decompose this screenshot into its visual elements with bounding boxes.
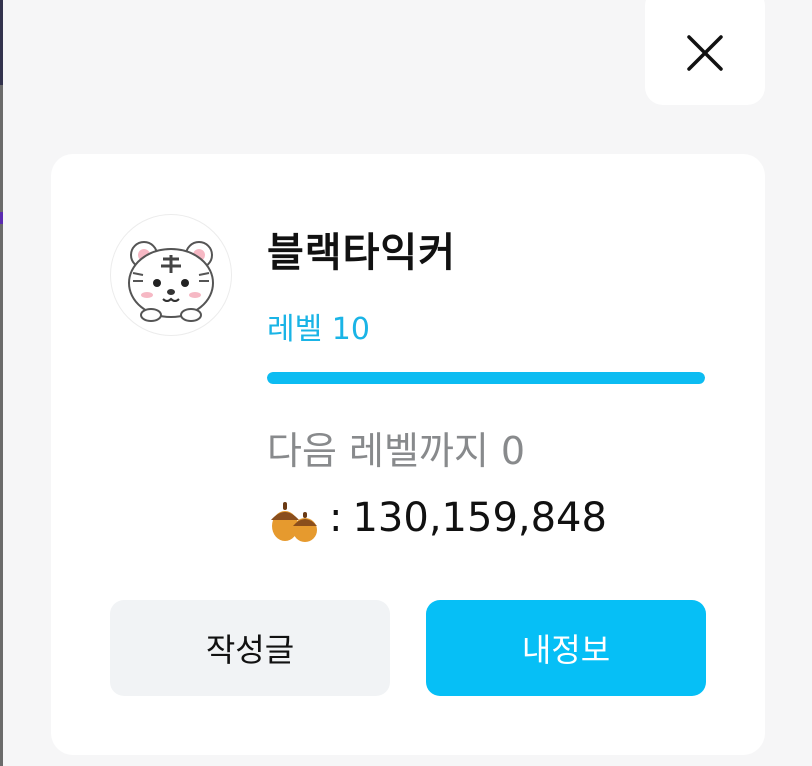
- avatar[interactable]: [110, 214, 232, 336]
- points-row: : 130,159,848: [265, 490, 607, 546]
- level-label: 레벨 10: [267, 312, 370, 347]
- next-level-text: 다음 레벨까지 0: [267, 429, 526, 473]
- my-info-button[interactable]: 내정보: [426, 600, 706, 696]
- background-edge-top: [0, 0, 3, 85]
- background-edge: [0, 0, 3, 766]
- level-progress-fill: [267, 372, 705, 384]
- points-separator: :: [329, 495, 343, 541]
- profile-card: 블랙타익커 레벨 10 다음 레벨까지 0 : 130,159,848 작성글 …: [51, 154, 765, 755]
- close-button[interactable]: [645, 0, 765, 105]
- level-progress-bar: [267, 372, 705, 384]
- tiger-avatar-icon: [128, 241, 214, 322]
- page: 블랙타익커 레벨 10 다음 레벨까지 0 : 130,159,848 작성글 …: [0, 0, 812, 766]
- close-icon: [687, 34, 723, 71]
- acorn-icon: [271, 502, 317, 542]
- nickname: 블랙타익커: [267, 230, 456, 276]
- my-posts-button[interactable]: 작성글: [110, 600, 390, 696]
- background-edge-accent: [0, 212, 3, 224]
- points-value: 130,159,848: [352, 495, 607, 541]
